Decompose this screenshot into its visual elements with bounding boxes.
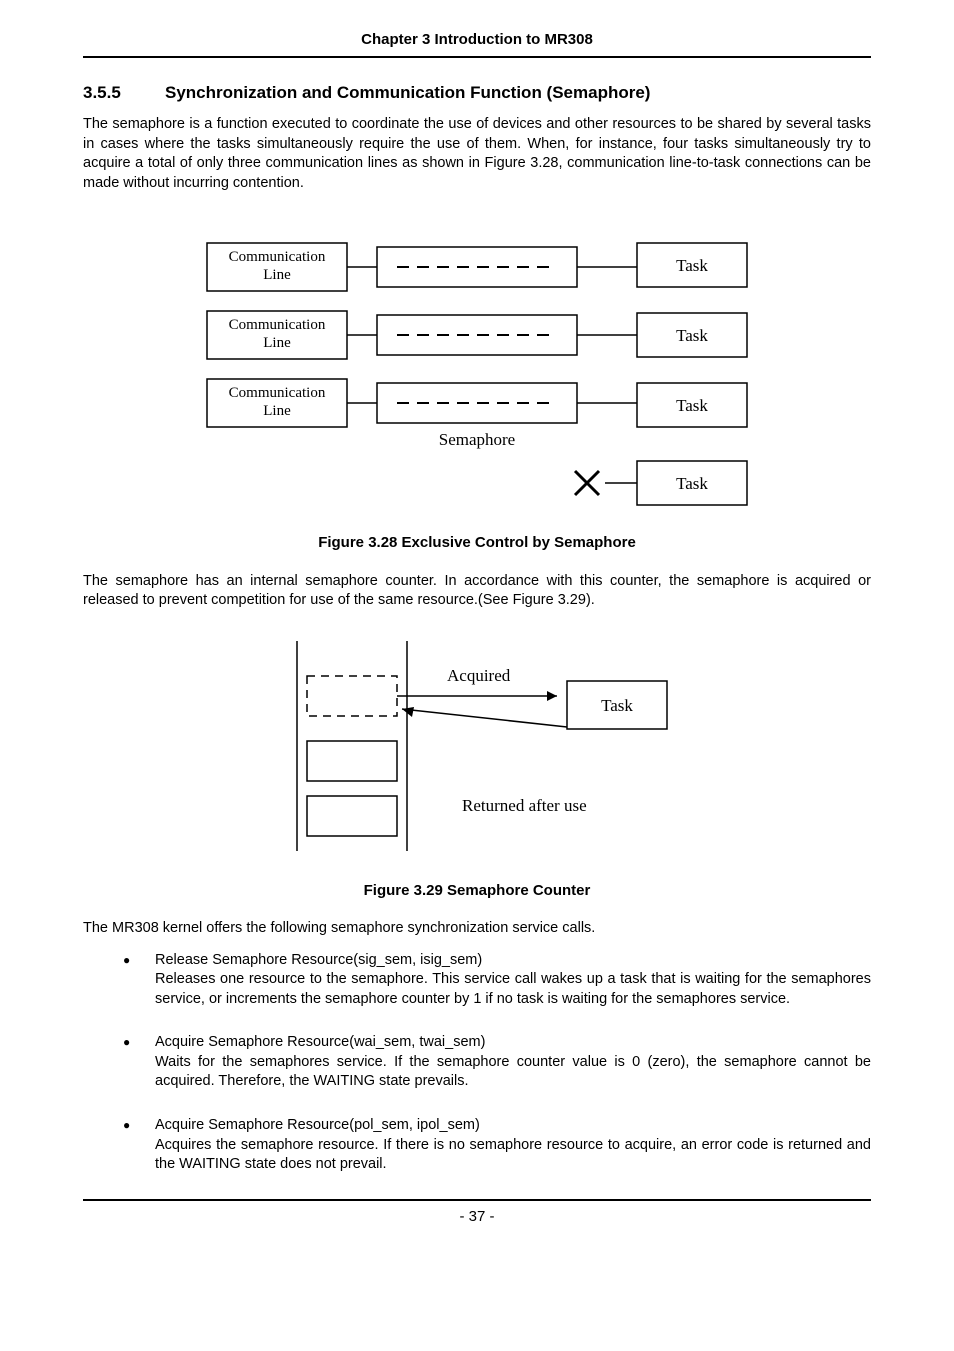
task-label-3: Task xyxy=(676,396,708,415)
comm-line-label-1b: Line xyxy=(263,267,291,283)
section-title: Synchronization and Communication Functi… xyxy=(165,82,650,105)
document-page: Chapter 3 Introduction to MR308 3.5.5 Sy… xyxy=(0,0,954,1351)
figure-3-28-caption: Figure 3.28 Exclusive Control by Semapho… xyxy=(83,533,871,553)
figure-3-29-caption: Figure 3.29 Semaphore Counter xyxy=(83,881,871,901)
list-item: Acquire Semaphore Resource(pol_sem, ipol… xyxy=(123,1116,871,1175)
bullet-head-3: Acquire Semaphore Resource(pol_sem, ipol… xyxy=(155,1117,480,1133)
comm-line-label-3b: Line xyxy=(263,403,291,419)
section-heading: 3.5.5 Synchronization and Communication … xyxy=(83,82,871,105)
figure-3-28: Communication Line Communication Line Co… xyxy=(167,223,787,513)
section-number: 3.5.5 xyxy=(83,82,165,105)
comm-line-label-3a: Communication xyxy=(229,385,326,401)
bullet-body-2: Waits for the semaphores service. If the… xyxy=(155,1054,871,1090)
intro-paragraph: The semaphore is a function executed to … xyxy=(83,115,871,193)
task-label-4: Task xyxy=(676,474,708,493)
list-item: Release Semaphore Resource(sig_sem, isig… xyxy=(123,951,871,1010)
footer-rule xyxy=(83,1199,871,1201)
fig29-task-label: Task xyxy=(601,696,633,715)
task-label-1: Task xyxy=(676,256,708,275)
page-number: - 37 - xyxy=(83,1207,871,1227)
semaphore-label: Semaphore xyxy=(439,430,515,449)
chapter-header: Chapter 3 Introduction to MR308 xyxy=(83,30,871,58)
service-calls-intro: The MR308 kernel offers the following se… xyxy=(83,919,871,939)
bullet-head-2: Acquire Semaphore Resource(wai_sem, twai… xyxy=(155,1034,485,1050)
comm-line-label-2b: Line xyxy=(263,335,291,351)
comm-line-label-2a: Communication xyxy=(229,317,326,333)
task-label-2: Task xyxy=(676,326,708,345)
list-item: Acquire Semaphore Resource(wai_sem, twai… xyxy=(123,1033,871,1092)
acquired-label: Acquired xyxy=(447,666,511,685)
bullet-head-1: Release Semaphore Resource(sig_sem, isig… xyxy=(155,952,482,968)
para-semaphore-counter: The semaphore has an internal semaphore … xyxy=(83,572,871,611)
comm-line-label-1a: Communication xyxy=(229,249,326,265)
returned-label: Returned after use xyxy=(462,796,587,815)
figure-3-29: Acquired Task Returned after use xyxy=(247,641,707,861)
service-call-list: Release Semaphore Resource(sig_sem, isig… xyxy=(123,951,871,1175)
bullet-body-1: Releases one resource to the semaphore. … xyxy=(155,971,871,1007)
bullet-body-3: Acquires the semaphore resource. If ther… xyxy=(155,1137,871,1173)
